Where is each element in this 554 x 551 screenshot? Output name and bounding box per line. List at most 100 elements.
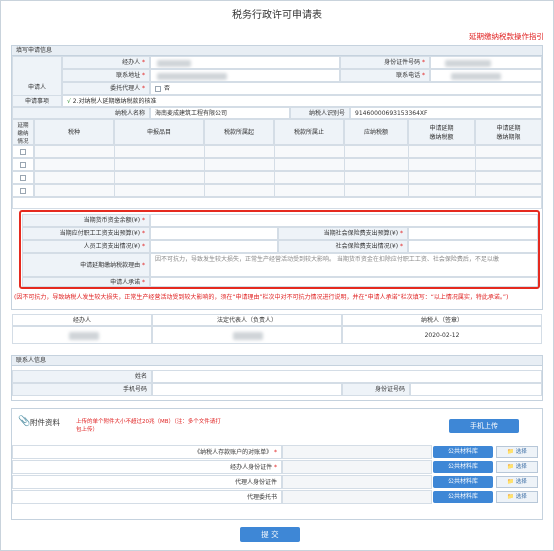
table-row-cells[interactable]	[34, 184, 542, 197]
upload-hint: 上传的单个附件大小不超过20兆（MB）（注：多个文件请打包上传）	[76, 419, 221, 433]
tax-header-0: 延期 缴纳 情况	[12, 119, 34, 145]
public-library-button-0[interactable]: 公共材料库	[433, 446, 493, 458]
public-library-button-3[interactable]: 公共材料库	[433, 491, 493, 503]
instruction-note: (因不可抗力，导致纳税人发生较大损失，正常生产经营活动受到较大影响的，须在“申请…	[14, 294, 509, 301]
table-row	[12, 158, 34, 171]
table-row-cells[interactable]	[34, 158, 542, 171]
matter-label: 申请事项	[12, 95, 62, 107]
tax-header-2: 申报品目	[114, 119, 204, 145]
table-row	[12, 171, 34, 184]
attachment-slot-0[interactable]	[282, 445, 432, 459]
paperclip-icon: 📎	[18, 416, 31, 427]
taxpayer-name-value: 海南麦成建筑工程有限公司	[150, 107, 290, 119]
attachment-label-2: 代理人身份证件	[12, 475, 282, 489]
table-row	[12, 145, 34, 158]
attachment-label-0: 《纳税人存款账户的对账单》 *	[12, 445, 282, 459]
row-checkbox[interactable]	[20, 175, 26, 181]
taxpayer-id-label: 纳税人识别号	[290, 107, 350, 119]
sign-handler-label: 经办人	[12, 314, 152, 326]
handler-field[interactable]	[150, 56, 340, 69]
attachment-label-1: 经办人身份证件 *	[12, 460, 282, 474]
attachment-slot-3[interactable]	[282, 490, 432, 504]
current-funds-label: 当期货币资金余额(¥) *	[22, 214, 150, 227]
public-library-button-2[interactable]: 公共材料库	[433, 476, 493, 488]
contact-name-input[interactable]	[152, 370, 542, 383]
attachment-label-3: 代理委托书	[12, 490, 282, 504]
current-funds-input[interactable]	[150, 214, 538, 227]
social-insurance-label: 当期社会保险费支出预算(¥) *	[278, 227, 408, 240]
commitment-input[interactable]	[150, 277, 538, 287]
check-icon: √	[67, 98, 71, 105]
agent-label: 委托代理人 *	[62, 82, 150, 95]
commitment-label: 申请人承诺 *	[22, 277, 150, 287]
taxpayer-name-label: 纳税人名称	[12, 107, 150, 119]
section-heading-contact: 联系人信息	[12, 356, 542, 366]
id-number-field[interactable]	[430, 56, 542, 69]
row-checkbox[interactable]	[20, 188, 26, 194]
agent-option-label: 否	[164, 85, 171, 92]
attachment-slot-1[interactable]	[282, 460, 432, 474]
table-row	[12, 184, 34, 197]
contact-id-input[interactable]	[410, 383, 542, 396]
phone-label: 联系电话 *	[340, 69, 430, 82]
sign-date: 2020-02-12	[342, 326, 542, 344]
address-label: 联系地址 *	[62, 69, 150, 82]
guide-link[interactable]: 延期缴纳税款操作指引	[469, 31, 544, 42]
table-row-cells[interactable]	[34, 171, 542, 184]
wage-payment-label: 当期应付职工工资支出预算(¥) *	[22, 227, 150, 240]
staff-wage-label: 人员工资支出情况(¥) *	[22, 240, 150, 253]
col-divider	[274, 145, 275, 197]
folder-icon: 📁	[507, 479, 515, 485]
attachment-slot-2[interactable]	[282, 475, 432, 489]
choose-button-3[interactable]: 📁 选择	[496, 491, 538, 503]
reason-label: 申请延期缴纳税款理由 *	[22, 253, 150, 277]
table-row-cells[interactable]	[34, 145, 542, 158]
phone-field[interactable]	[430, 69, 542, 82]
taxpayer-seal-label: 纳税人（签章）	[342, 314, 542, 326]
choose-button-2[interactable]: 📁 选择	[496, 476, 538, 488]
wage-payment-input[interactable]	[150, 227, 278, 240]
agent-field: 否	[150, 82, 542, 95]
col-divider	[475, 145, 476, 197]
legal-rep-label: 法定代表人（负责人）	[152, 314, 342, 326]
sign-handler-value	[12, 326, 152, 344]
matter-value: 2.对纳税人延期缴纳税款的核准	[72, 98, 157, 105]
tax-header-1: 税种	[34, 119, 114, 145]
col-divider	[114, 145, 115, 197]
tax-header-5: 应纳税额	[344, 119, 408, 145]
tax-header-7: 申请延期 缴纳期限	[475, 119, 542, 145]
folder-icon: 📁	[507, 494, 515, 500]
row-checkbox[interactable]	[20, 162, 26, 168]
social-insurance-input[interactable]	[408, 227, 538, 240]
col-divider	[204, 145, 205, 197]
table-row-blank	[12, 197, 542, 209]
col-divider	[408, 145, 409, 197]
page-title: 税务行政许可申请表	[232, 10, 322, 21]
contact-name-label: 姓名	[12, 370, 152, 383]
staff-wage-input[interactable]	[150, 240, 278, 253]
choose-button-0[interactable]: 📁 选择	[496, 446, 538, 458]
taxpayer-id-value: 91460000693153364XF	[350, 107, 542, 119]
social-actual-input[interactable]	[408, 240, 538, 253]
contact-phone-label: 手机号码	[12, 383, 152, 396]
matter-field: √ 2.对纳税人延期缴纳税款的核准	[62, 95, 542, 107]
social-actual-label: 社会保险费支出情况(¥) *	[278, 240, 408, 253]
attachments-heading: 附件资料	[30, 418, 60, 427]
folder-icon: 📁	[507, 449, 515, 455]
choose-button-1[interactable]: 📁 选择	[496, 461, 538, 473]
tax-header-6: 申请延期 缴纳税额	[408, 119, 475, 145]
agent-checkbox[interactable]	[155, 86, 161, 92]
public-library-button-1[interactable]: 公共材料库	[433, 461, 493, 473]
mobile-upload-button[interactable]: 手机上传	[449, 419, 519, 433]
reason-textarea[interactable]: 因不可抗力，导致发生较大损失，正常生产经营活动受到较大影响。 当期货币资金在扣除…	[150, 253, 538, 277]
tax-header-4: 税款所属止	[274, 119, 344, 145]
row-checkbox[interactable]	[20, 149, 26, 155]
col-divider	[344, 145, 345, 197]
legal-rep-value	[152, 326, 342, 344]
tax-header-3: 税款所属起	[204, 119, 274, 145]
address-field[interactable]	[150, 69, 340, 82]
submit-button[interactable]: 提 交	[240, 527, 300, 542]
folder-icon: 📁	[507, 464, 515, 470]
contact-id-label: 身份证号码	[342, 383, 410, 396]
contact-phone-input[interactable]	[152, 383, 342, 396]
